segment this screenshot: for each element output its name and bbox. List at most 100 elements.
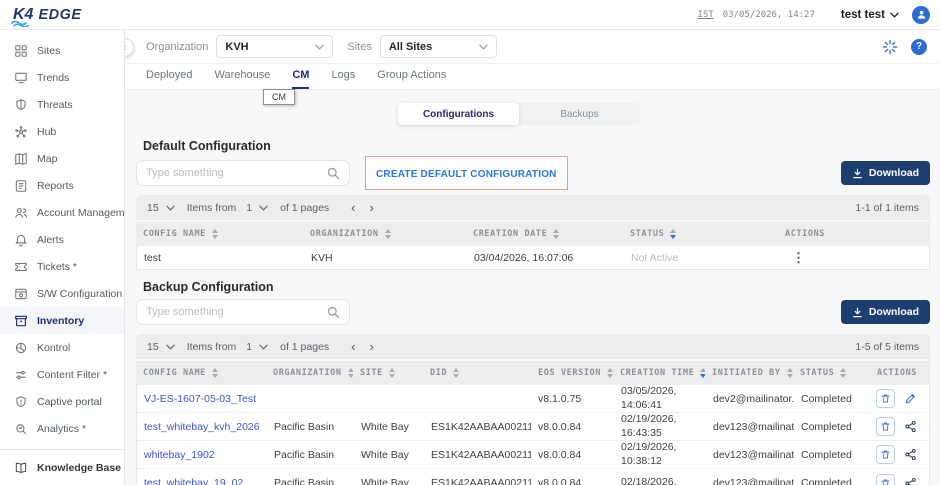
- sidebar-item-reports[interactable]: Reports: [0, 172, 124, 199]
- sidebar-item-account-management[interactable]: Account Management: [0, 199, 124, 226]
- sort-icon: [453, 368, 459, 378]
- page-number-value[interactable]: 1: [246, 202, 252, 214]
- table-row[interactable]: test_whitebay_kvh_2026 Pacific Basin Whi…: [137, 413, 929, 441]
- software-config-icon: [14, 287, 28, 301]
- column-header-config-name[interactable]: CONFIG NAME: [136, 229, 303, 239]
- delete-button[interactable]: [876, 445, 895, 464]
- person-icon: [916, 9, 927, 20]
- row-menu-kebab-icon[interactable]: ⋮: [779, 250, 929, 266]
- map-icon: [14, 152, 28, 166]
- page-number-value[interactable]: 1: [246, 341, 252, 353]
- sidebar-item-content-filter[interactable]: Content Filter *: [0, 361, 124, 388]
- tab-logs[interactable]: Logs: [331, 69, 355, 89]
- column-header-status[interactable]: STATUS: [793, 368, 870, 378]
- share-button[interactable]: [904, 448, 917, 461]
- bell-icon: [14, 233, 28, 247]
- backup-search-input[interactable]: [146, 306, 321, 318]
- help-icon[interactable]: ?: [911, 39, 927, 55]
- tab-deployed[interactable]: Deployed: [146, 69, 192, 89]
- trash-icon: [880, 393, 891, 404]
- timezone-label[interactable]: IST: [698, 10, 714, 20]
- top-bar: K4 EDGE IST 03/05/2026, 14:27 test test: [0, 0, 940, 30]
- sidebar-item-sites[interactable]: Sites: [0, 37, 124, 64]
- cell-config-name-link[interactable]: test_whitebay_19_02: [137, 477, 267, 485]
- column-header-config-name[interactable]: CONFIG NAME: [136, 368, 266, 378]
- next-page-button[interactable]: ›: [370, 340, 374, 353]
- sidebar-item-analytics[interactable]: Analytics *: [0, 415, 124, 442]
- column-header-site[interactable]: SITE: [353, 368, 423, 378]
- create-default-configuration-button[interactable]: CREATE DEFAULT CONFIGURATION: [376, 169, 557, 180]
- sidebar-item-inventory[interactable]: Inventory: [0, 307, 124, 334]
- cell-initiated-by: dev123@mailinat...: [706, 449, 794, 461]
- edit-button[interactable]: [904, 392, 917, 405]
- sidebar-item-map[interactable]: Map: [0, 145, 124, 172]
- user-menu[interactable]: test test: [841, 9, 899, 21]
- page-number-chevron-icon[interactable]: [259, 205, 268, 211]
- default-search-input[interactable]: [146, 167, 321, 179]
- default-pagination: 15 Items from 1 of 1 pages ‹› 1-1 of 1 i…: [136, 195, 930, 220]
- download-icon: [852, 168, 863, 179]
- default-download-button[interactable]: Download: [841, 161, 930, 185]
- next-page-button[interactable]: ›: [370, 201, 374, 214]
- tab-warehouse[interactable]: Warehouse: [214, 69, 270, 89]
- cell-status: Completed: [794, 421, 871, 433]
- sidebar-item-tickets[interactable]: Tickets *: [0, 253, 124, 280]
- avatar[interactable]: [912, 6, 930, 24]
- chevron-down-icon: [479, 44, 488, 50]
- sidebar-item-label: Inventory: [37, 315, 84, 327]
- share-icon: [904, 477, 917, 485]
- cell-config-name-link[interactable]: whitebay_1902: [137, 449, 267, 461]
- tab-cm[interactable]: CM: [292, 69, 309, 89]
- download-label: Download: [869, 306, 919, 318]
- cell-status: Completed: [794, 393, 871, 405]
- column-header-eos-version[interactable]: EOS VERSION: [530, 368, 613, 378]
- column-header-organization[interactable]: ORGANIZATION: [303, 229, 466, 239]
- logo-edge-text: EDGE: [38, 7, 81, 23]
- sites-select[interactable]: All Sites: [380, 35, 497, 58]
- delete-button[interactable]: [876, 389, 895, 408]
- table-row[interactable]: test KVH 03/04/2026, 16:07:06 Not Active…: [137, 246, 929, 269]
- cell-config-name-link[interactable]: VJ-ES-1607-05-03_Test: [137, 393, 267, 405]
- page-number-chevron-icon[interactable]: [259, 344, 268, 350]
- download-icon: [852, 307, 863, 318]
- sidebar-item-alerts[interactable]: Alerts: [0, 226, 124, 253]
- column-header-creation-date[interactable]: CREATION DATE: [466, 229, 623, 239]
- sidebar-item-captive-portal[interactable]: Captive portal: [0, 388, 124, 415]
- toggle-backups[interactable]: Backups: [519, 103, 640, 125]
- page-size-chevron-icon[interactable]: [166, 344, 175, 350]
- sidebar-item-hub[interactable]: Hub: [0, 118, 124, 145]
- sidebar-item-kontrol[interactable]: Kontrol: [0, 334, 124, 361]
- share-button[interactable]: [904, 420, 917, 433]
- table-row[interactable]: VJ-ES-1607-05-03_Test v8.1.0.75 03/05/20…: [137, 385, 929, 413]
- delete-button[interactable]: [876, 474, 895, 485]
- page-size-value[interactable]: 15: [147, 202, 159, 214]
- toggle-configurations[interactable]: Configurations: [398, 103, 519, 125]
- cell-creation-time: 02/18/2026,: [614, 476, 706, 485]
- tab-group-actions[interactable]: Group Actions: [377, 69, 446, 89]
- column-header-organization[interactable]: ORGANIZATION: [266, 368, 353, 378]
- default-configuration-title: Default Configuration: [143, 139, 930, 153]
- sidebar-item-threats[interactable]: Threats: [0, 91, 124, 118]
- column-header-initiated-by[interactable]: INITIATED BY: [705, 368, 793, 378]
- share-button[interactable]: [904, 477, 917, 485]
- prev-page-button[interactable]: ‹: [351, 201, 355, 214]
- cell-config-name-link[interactable]: test_whitebay_kvh_2026: [137, 421, 267, 433]
- table-row[interactable]: test_whitebay_19_02 Pacific Basin White …: [137, 469, 929, 485]
- column-header-did[interactable]: DID: [423, 368, 530, 378]
- column-header-creation-time[interactable]: CREATION TIME: [613, 368, 705, 378]
- delete-button[interactable]: [876, 417, 895, 436]
- sidebar-item-sw-configuration[interactable]: S/W Configuration: [0, 280, 124, 307]
- sidebar-item-knowledge-base[interactable]: Knowledge Base: [0, 449, 124, 485]
- cell-eos-version: v8.0.0.84: [531, 477, 614, 485]
- organization-select[interactable]: KVH: [216, 35, 333, 58]
- page-size-value[interactable]: 15: [147, 341, 159, 353]
- prev-page-button[interactable]: ‹: [351, 340, 355, 353]
- cell-creation-time: 02/19/2026,16:43:35: [614, 413, 706, 439]
- column-header-status[interactable]: STATUS: [623, 229, 778, 239]
- page-size-chevron-icon[interactable]: [166, 205, 175, 211]
- sidebar-item-trends[interactable]: Trends: [0, 64, 124, 91]
- table-row[interactable]: whitebay_1902 Pacific Basin White Bay ES…: [137, 441, 929, 469]
- view-toggle: Configurations Backups: [398, 103, 640, 125]
- burst-icon[interactable]: [882, 39, 898, 55]
- backup-download-button[interactable]: Download: [841, 300, 930, 324]
